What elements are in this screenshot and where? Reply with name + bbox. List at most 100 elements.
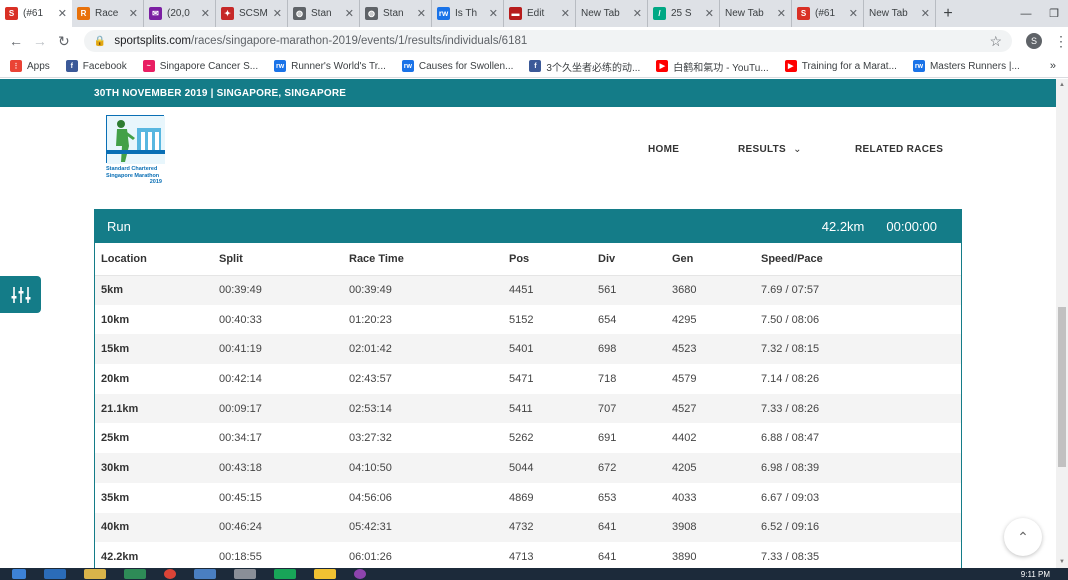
browser-tab[interactable]: ✦ SCSM ✕: [216, 0, 288, 27]
minimize-icon[interactable]: —: [1012, 0, 1040, 27]
tab-close-icon[interactable]: ✕: [201, 7, 210, 20]
bookmark-label: Apps: [27, 60, 50, 72]
tab-close-icon[interactable]: ✕: [489, 7, 498, 20]
browser-tab[interactable]: ▬ Edit ✕: [504, 0, 576, 27]
table-cell: 5401: [503, 334, 592, 365]
leg-distance: 42.2km: [821, 219, 865, 234]
taskbar-yellow-icon[interactable]: [314, 569, 336, 579]
taskbar-purple-icon[interactable]: [354, 569, 366, 579]
tab-close-icon[interactable]: ✕: [777, 7, 786, 20]
url-path: /races/singapore-marathon-2019/events/1/…: [191, 35, 528, 47]
browser-tab[interactable]: R Race ✕: [72, 0, 144, 27]
table-cell: 641: [598, 551, 617, 564]
taskbar-green-icon[interactable]: [274, 569, 296, 579]
scroll-down-icon[interactable]: ▼: [1056, 556, 1068, 568]
table-header-row: Location Split Race Time Pos Div Gen Speed/Pac…: [95, 243, 961, 276]
browser-tab[interactable]: / 25 S ✕: [648, 0, 720, 27]
column-header: Split: [213, 243, 343, 276]
split-location: 15km: [95, 334, 213, 365]
menu-icon[interactable]: ⋮: [1054, 33, 1068, 50]
sliders-icon: [11, 286, 30, 303]
address-bar[interactable]: 🔒 sportsplits.com/races/singapore-marath…: [83, 30, 1013, 52]
page-scrollbar[interactable]: ▲ ▼: [1056, 79, 1068, 568]
tab-close-icon[interactable]: ✕: [561, 7, 570, 20]
nav-home[interactable]: HOME: [648, 144, 679, 155]
filter-toggle-button[interactable]: [0, 276, 41, 313]
column-header: Pos: [503, 243, 592, 276]
page-body: Run 42.2km 00:00:00 Location Split Race Ti…: [0, 193, 1056, 568]
browser-tab[interactable]: ✉ (20,0 ✕: [144, 0, 216, 27]
tab-close-icon[interactable]: ✕: [273, 7, 282, 20]
browser-tab[interactable]: S (#61 ✕: [0, 0, 72, 27]
new-tab-button[interactable]: +: [936, 0, 960, 27]
nav-results[interactable]: RESULTS ⌄: [738, 144, 802, 155]
taskbar-folder-icon[interactable]: [84, 569, 106, 579]
table-cell: 5411: [503, 393, 592, 424]
back-to-top-button[interactable]: ⌃: [1004, 518, 1042, 556]
browser-tab[interactable]: New Tab ✕: [864, 0, 936, 27]
profile-avatar[interactable]: S: [1026, 33, 1042, 49]
taskbar-ie-icon[interactable]: [44, 569, 66, 579]
browser-tab[interactable]: ◍ Stan ✕: [288, 0, 360, 27]
tab-close-icon[interactable]: ✕: [417, 7, 426, 20]
browser-tab[interactable]: rw Is Th ✕: [432, 0, 504, 27]
bookmark-item[interactable]: rw Masters Runners |...: [912, 60, 1020, 72]
bookmark-item[interactable]: f 3个久坐者必练的动...: [529, 59, 640, 74]
tab-close-icon[interactable]: ✕: [921, 7, 930, 20]
taskbar-app-icon[interactable]: [124, 569, 146, 579]
tab-favicon-icon: rw: [437, 7, 450, 20]
table-cell: 00:40:33: [219, 313, 262, 326]
bookmark-item[interactable]: f Facebook: [65, 60, 127, 72]
table-cell: 00:46:24: [213, 512, 343, 543]
browser-tab[interactable]: ◍ Stan ✕: [360, 0, 432, 27]
bookmark-favicon-icon: ▶: [784, 60, 797, 72]
tab-title: 25 S: [671, 8, 692, 19]
scrollbar-thumb[interactable]: [1058, 307, 1066, 467]
tab-close-icon[interactable]: ✕: [633, 7, 642, 20]
reload-icon[interactable]: ↻: [52, 33, 76, 50]
tab-favicon-icon: ✉: [149, 7, 162, 20]
browser-tab[interactable]: New Tab ✕: [576, 0, 648, 27]
taskbar-window-icon[interactable]: [194, 569, 216, 579]
column-header: Div: [592, 243, 666, 276]
restore-icon[interactable]: ❐: [1040, 0, 1068, 27]
tab-title: Stan: [311, 8, 332, 19]
table-cell: 7.14 / 08:26: [761, 372, 820, 385]
tab-close-icon[interactable]: ✕: [345, 7, 354, 20]
browser-toolbar: ← → ↻ 🔒 sportsplits.com/races/singapore-…: [0, 27, 1068, 55]
bookmark-item[interactable]: rw Runner's World's Tr...: [274, 60, 386, 72]
windows-start-icon[interactable]: [12, 569, 26, 579]
tab-close-icon[interactable]: ✕: [58, 7, 67, 20]
scroll-up-icon[interactable]: ▲: [1056, 79, 1068, 91]
table-row: 20km 00:42:14 02:43:57 5471 718 4579 7.14 / 08…: [95, 364, 961, 394]
tab-favicon-icon: /: [653, 7, 666, 20]
bookmark-favicon-icon: ~: [142, 60, 155, 72]
tab-title: (#61: [23, 8, 44, 19]
bookmark-item[interactable]: rw Causes for Swollen...: [401, 60, 513, 72]
bookmark-item[interactable]: ~ Singapore Cancer S...: [142, 60, 258, 72]
table-cell: 4732: [503, 512, 592, 543]
table-cell: 641: [592, 512, 666, 543]
taskbar-tool-icon[interactable]: [234, 569, 256, 579]
taskbar-clock: 9:11 PM: [1020, 569, 1050, 579]
nav-related-races[interactable]: RELATED RACES: [855, 144, 943, 155]
race-logo[interactable]: Standard Chartered Singapore Marathon 20…: [106, 115, 168, 193]
tab-close-icon[interactable]: ✕: [849, 7, 858, 20]
bookmark-star-icon[interactable]: ☆: [989, 33, 1002, 50]
bookmark-item[interactable]: ▶ 白鹤和氣功 - YouTu...: [656, 59, 769, 74]
tab-close-icon[interactable]: ✕: [705, 7, 714, 20]
tab-favicon-icon: ✦: [221, 7, 234, 20]
bookmarks-overflow-icon[interactable]: »: [1050, 60, 1056, 72]
browser-tab[interactable]: S (#61 ✕: [792, 0, 864, 27]
tab-close-icon[interactable]: ✕: [129, 7, 138, 20]
bookmark-item[interactable]: ▶ Training for a Marat...: [784, 60, 897, 72]
split-location: 21.1km: [95, 393, 213, 424]
bookmark-item[interactable]: ⋮ Apps: [10, 60, 50, 72]
tab-favicon-icon: R: [77, 7, 90, 20]
table-cell: 02:53:14: [343, 393, 503, 424]
taskbar-chrome-icon[interactable]: [164, 569, 176, 579]
forward-icon[interactable]: →: [28, 33, 52, 49]
back-icon[interactable]: ←: [4, 33, 28, 49]
leg-name: Run: [107, 219, 131, 234]
browser-tab[interactable]: New Tab ✕: [720, 0, 792, 27]
